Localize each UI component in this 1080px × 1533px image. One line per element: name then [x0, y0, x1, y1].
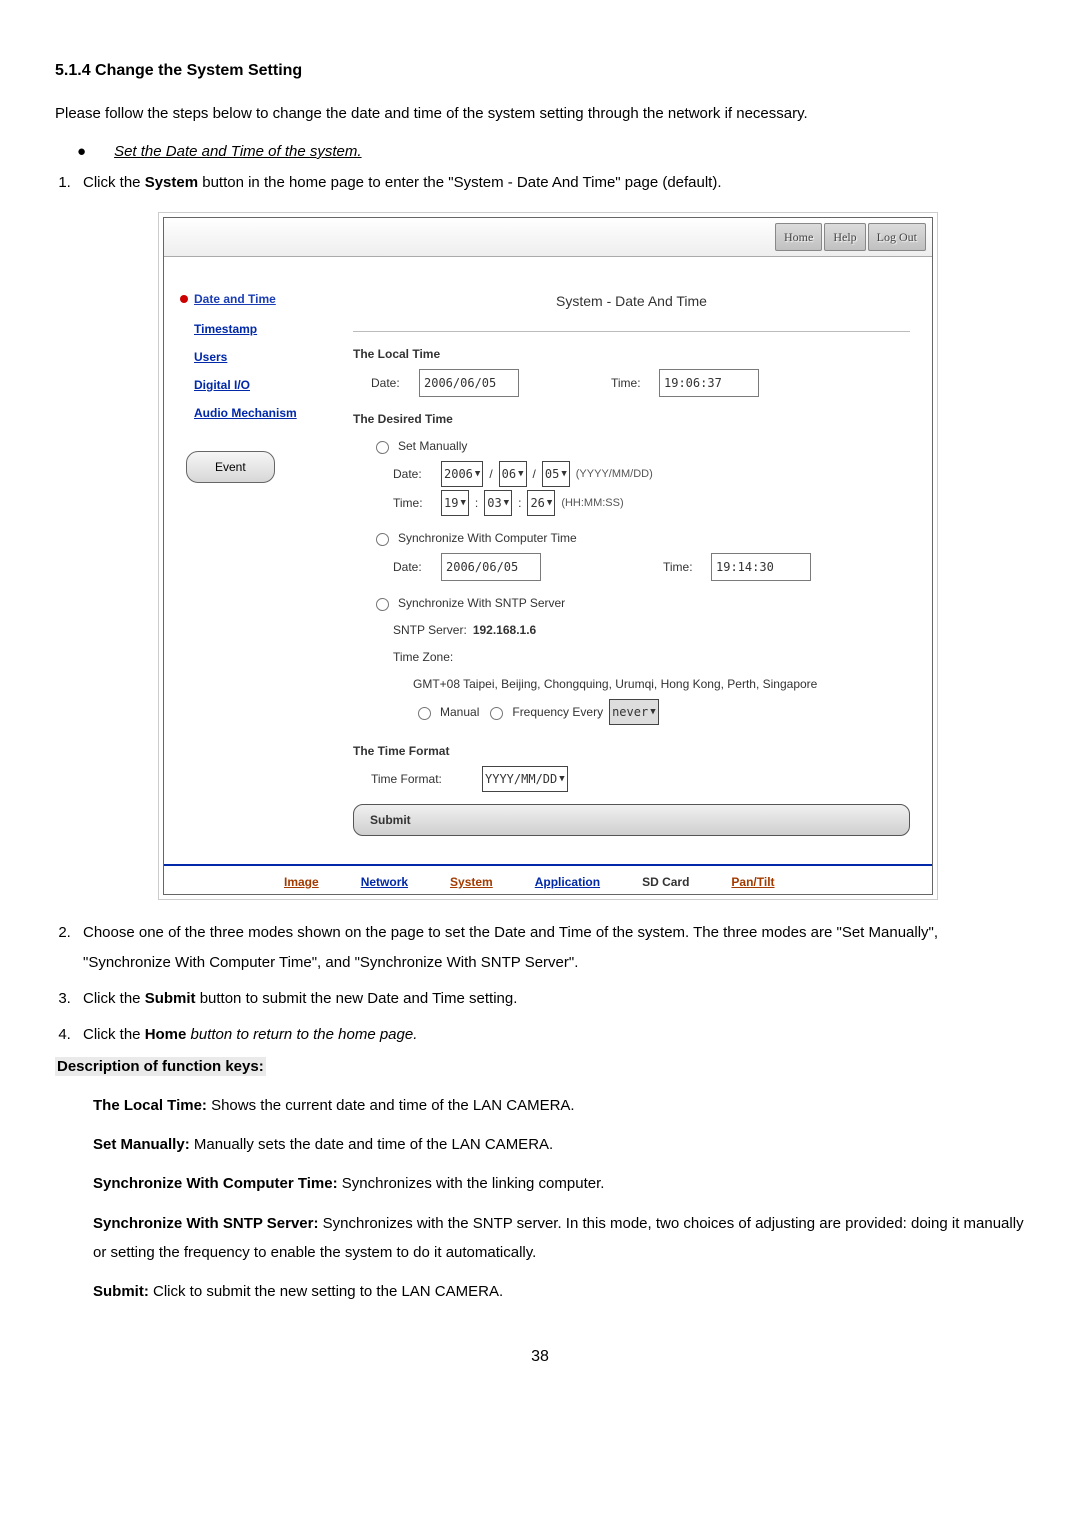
frequency-select[interactable]: never▼	[609, 699, 659, 725]
step-1: Click the System button in the home page…	[75, 168, 1025, 900]
sntp-server-label: SNTP Server:	[393, 618, 467, 642]
label: Date:	[393, 555, 435, 579]
chevron-down-icon: ▼	[460, 494, 465, 512]
bullet-item: Set the Date and Time of the system.	[114, 143, 362, 160]
bottomnav-system[interactable]: System	[450, 870, 493, 894]
local-time-field: 19:06:37	[659, 369, 759, 397]
minute-select[interactable]: 03▼	[484, 490, 512, 516]
text: Click the	[83, 1026, 145, 1043]
chevron-down-icon: ▼	[475, 465, 480, 483]
bottomnav-network[interactable]: Network	[361, 870, 408, 894]
month-select[interactable]: 06▼	[499, 461, 527, 487]
bottomnav-sdcard[interactable]: SD Card	[642, 870, 689, 894]
section-heading: 5.1.4 Change the System Setting	[55, 60, 1025, 82]
label: Time:	[663, 555, 705, 579]
text: Click the	[83, 174, 145, 191]
term: Synchronize With SNTP Server:	[93, 1215, 318, 1232]
sidebar-item-audio[interactable]: Audio Mechanism	[194, 401, 335, 425]
term: Synchronize With Computer Time:	[93, 1175, 338, 1192]
submit-button[interactable]: Submit	[353, 804, 910, 836]
chevron-down-icon: ▼	[547, 494, 552, 512]
text: button in the home page to enter the "Sy…	[198, 174, 721, 191]
time-format-select[interactable]: YYYY/MM/DD▼	[482, 766, 568, 792]
timezone-label: Time Zone:	[393, 645, 453, 669]
bottomnav-application[interactable]: Application	[535, 870, 600, 894]
time-format-label: The Time Format	[353, 739, 910, 763]
main-panel: System - Date And Time The Local Time Da…	[347, 257, 932, 864]
screenshot-figure: Home Help Log Out Date and Time Timestam…	[158, 212, 938, 900]
text: button to return to the home page.	[186, 1026, 417, 1043]
term: Submit:	[93, 1283, 149, 1300]
definition: Click to submit the new setting to the L…	[149, 1283, 503, 1300]
time-hint: (HH:MM:SS)	[561, 492, 623, 514]
sntp-server-value: 192.168.1.6	[473, 618, 536, 642]
bottomnav-pantilt[interactable]: Pan/Tilt	[731, 870, 774, 894]
event-button[interactable]: Event	[186, 451, 275, 483]
text: Click the	[83, 990, 145, 1007]
chevron-down-icon: ▼	[650, 703, 655, 721]
year-select[interactable]: 2006▼	[441, 461, 483, 487]
mode-manual-label: Set Manually	[398, 434, 467, 458]
description-heading: Description of function keys:	[55, 1057, 266, 1076]
page-title: System - Date And Time	[353, 287, 910, 315]
computer-time-field: 19:14:30	[711, 553, 811, 581]
sidebar-item-users[interactable]: Users	[194, 345, 335, 369]
bottom-nav: Image Network System Application SD Card…	[164, 864, 932, 894]
step-4: Click the Home button to return to the h…	[75, 1020, 1025, 1050]
keyword: Submit	[145, 990, 196, 1007]
page-number: 38	[55, 1346, 1025, 1368]
sidebar-item-datetime[interactable]: Date and Time	[194, 287, 276, 311]
definition: Synchronizes with the linking computer.	[338, 1175, 605, 1192]
text: button to submit the new Date and Time s…	[196, 990, 518, 1007]
label: Time:	[611, 371, 653, 395]
local-time-label: The Local Time	[353, 342, 910, 366]
sntp-manual-label: Manual	[440, 700, 479, 724]
label: Time Format:	[371, 767, 476, 791]
label: Date:	[371, 371, 413, 395]
sntp-frequency-radio[interactable]	[490, 707, 503, 720]
sidebar: Date and Time Timestamp Users Digital I/…	[164, 257, 347, 864]
definition: Shows the current date and time of the L…	[207, 1097, 575, 1114]
mode-manual-radio[interactable]	[376, 441, 389, 454]
mode-sntp-radio[interactable]	[376, 598, 389, 611]
computer-date-field: 2006/06/05	[441, 553, 541, 581]
chevron-down-icon: ▼	[561, 465, 566, 483]
keyword: System	[145, 174, 198, 191]
logout-button[interactable]: Log Out	[868, 223, 926, 251]
label: Date:	[393, 462, 435, 486]
intro-paragraph: Please follow the steps below to change …	[55, 100, 1025, 129]
timezone-value: GMT+08 Taipei, Beijing, Chongquing, Urum…	[413, 672, 817, 696]
term: The Local Time:	[93, 1097, 207, 1114]
label: Time:	[393, 491, 435, 515]
day-select[interactable]: 05▼	[542, 461, 570, 487]
sidebar-item-digitalio[interactable]: Digital I/O	[194, 373, 335, 397]
help-button[interactable]: Help	[824, 223, 865, 251]
definition: Manually sets the date and time of the L…	[190, 1136, 554, 1153]
sntp-manual-radio[interactable]	[418, 707, 431, 720]
description-list: The Local Time: Shows the current date a…	[93, 1091, 1025, 1307]
desired-time-label: The Desired Time	[353, 407, 910, 431]
chevron-down-icon: ▼	[518, 465, 523, 483]
steps-list: Click the System button in the home page…	[55, 168, 1025, 1050]
chevron-down-icon: ▼	[559, 770, 564, 788]
step-2: Choose one of the three modes shown on t…	[75, 918, 1025, 978]
bullet-icon	[180, 295, 188, 303]
term: Set Manually:	[93, 1136, 190, 1153]
local-date-field: 2006/06/05	[419, 369, 519, 397]
bullet-list: Set the Date and Time of the system.	[55, 141, 1025, 162]
mode-computer-radio[interactable]	[376, 533, 389, 546]
home-button[interactable]: Home	[775, 223, 822, 251]
chevron-down-icon: ▼	[504, 494, 509, 512]
hour-select[interactable]: 19▼	[441, 490, 469, 516]
second-select[interactable]: 26▼	[527, 490, 555, 516]
mode-sntp-label: Synchronize With SNTP Server	[398, 591, 565, 615]
sntp-frequency-label: Frequency Every	[512, 700, 603, 724]
mode-computer-label: Synchronize With Computer Time	[398, 526, 577, 550]
date-hint: (YYYY/MM/DD)	[576, 463, 653, 485]
keyword: Home	[145, 1026, 187, 1043]
top-bar: Home Help Log Out	[164, 218, 932, 257]
bottomnav-image[interactable]: Image	[284, 870, 319, 894]
sidebar-item-timestamp[interactable]: Timestamp	[194, 317, 335, 341]
step-3: Click the Submit button to submit the ne…	[75, 984, 1025, 1014]
